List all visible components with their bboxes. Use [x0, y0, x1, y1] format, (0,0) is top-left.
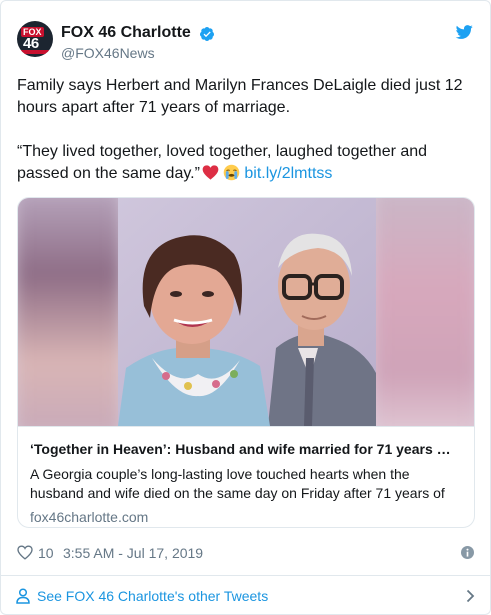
link-preview-body: ‘Together in Heaven’: Husband and wife m… — [18, 426, 474, 527]
tweet-text: Family says Herbert and Marilyn Frances … — [17, 75, 477, 207]
tweet-paragraph-1: Family says Herbert and Marilyn Frances … — [17, 77, 463, 116]
crying-face-emoji-icon — [224, 164, 240, 181]
tweet-quote: “They lived together, loved together, la… — [17, 143, 428, 182]
other-tweets-footer[interactable]: See FOX 46 Charlotte's other Tweets — [1, 575, 490, 614]
link-preview-title[interactable]: ‘Together in Heaven’: Husband and wife m… — [30, 439, 464, 459]
couple-photo — [118, 198, 376, 426]
avatar[interactable]: FOX 46 — [17, 21, 53, 57]
chevron-right-icon — [466, 589, 475, 603]
like-count[interactable]: 10 — [38, 545, 54, 561]
tweet-meta: 10 3:55 AM - Jul 17, 2019 — [17, 543, 474, 563]
red-heart-emoji-icon — [202, 165, 219, 180]
verified-badge-icon — [199, 27, 214, 41]
image-blur-right — [371, 198, 474, 426]
link-preview-card[interactable]: ‘Together in Heaven’: Husband and wife m… — [17, 197, 475, 528]
tweet-timestamp[interactable]: 3:55 AM - Jul 17, 2019 — [63, 545, 203, 561]
tweet-link[interactable]: bit.ly/2lmttss — [244, 165, 332, 182]
link-preview-description: A Georgia couple’s long-lasting love tou… — [30, 466, 445, 501]
image-blur-left — [18, 198, 123, 426]
link-preview-domain: fox46charlotte.com — [30, 509, 149, 525]
tweet-embed-card: FOX 46 FOX 46 Charlotte @FOX46News Famil… — [0, 0, 491, 615]
author-name[interactable]: FOX 46 Charlotte — [61, 24, 191, 42]
person-icon — [16, 588, 30, 604]
like-heart-icon[interactable] — [17, 545, 33, 560]
info-icon[interactable] — [461, 546, 474, 559]
link-preview-image[interactable] — [18, 198, 474, 426]
see-other-tweets-link[interactable]: See FOX 46 Charlotte's other Tweets — [37, 588, 268, 604]
tweet-paragraph-2: “They lived together, loved together, la… — [17, 141, 477, 185]
tweet-header: FOX 46 FOX 46 Charlotte @FOX46News — [17, 21, 474, 65]
twitter-bird-icon[interactable] — [454, 23, 474, 41]
author-handle[interactable]: @FOX46News — [61, 45, 155, 61]
avatar-stripe — [21, 50, 49, 54]
